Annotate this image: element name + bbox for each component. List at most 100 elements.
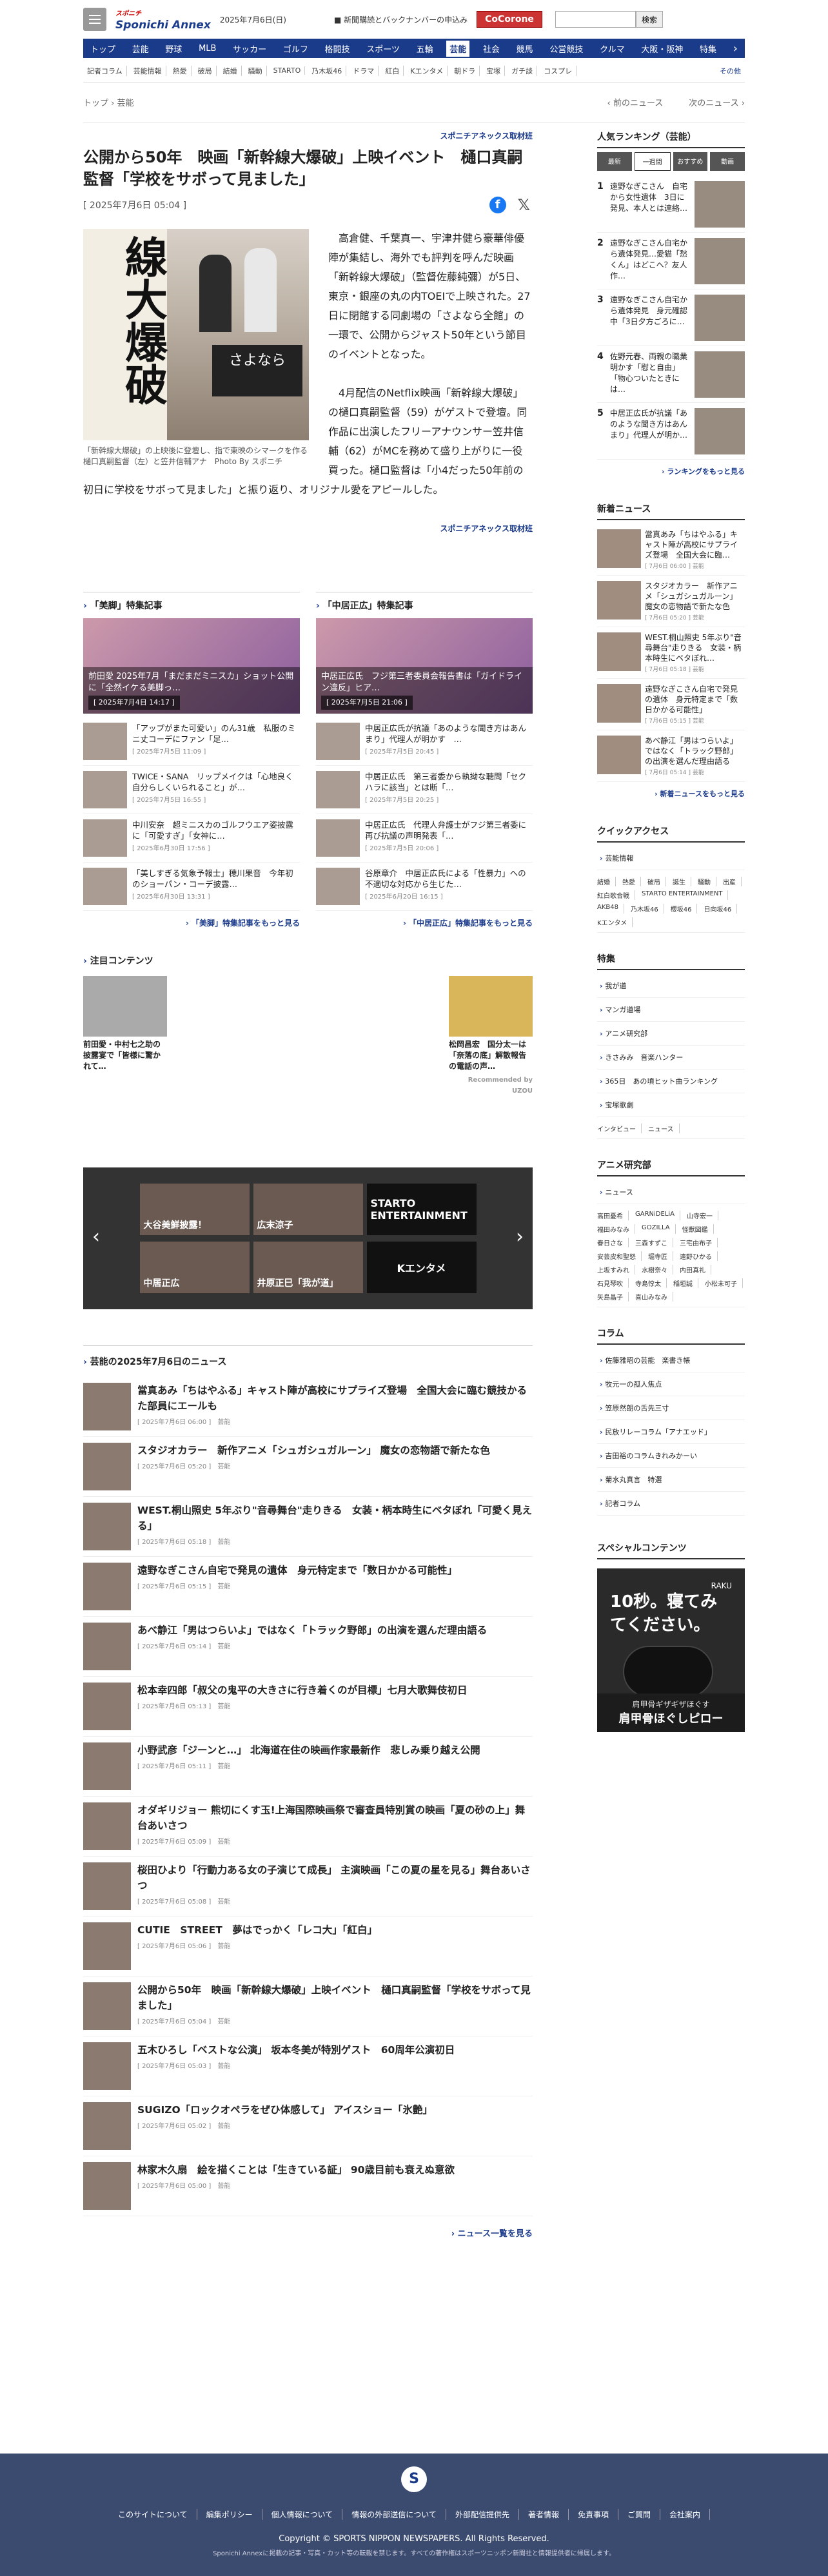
column-link[interactable]: 牧元一の孤人焦点 <box>597 1372 745 1396</box>
news-row[interactable]: 小野武彦「ジーンと…」 北海道在住の映画作家最新作 悲しみ乗り越え公開 [ 202… <box>83 1737 533 1797</box>
news-row[interactable]: 林家木久扇 絵を描くことは「生きている証」 90歳目前も衰えぬ意欲 [ 2025年… <box>83 2156 533 2216</box>
carousel-card[interactable]: 井原正巳「我が道」 <box>253 1242 363 1293</box>
news-row[interactable]: 五木ひろし「ベストな公演」 坂本冬美が特別ゲスト 60周年公演初日 [ 2025年… <box>83 2036 533 2096</box>
breadcrumb-category[interactable]: 芸能 <box>117 99 133 108</box>
anime-news-link[interactable]: ニュース <box>597 1180 745 1204</box>
quick-access-tag[interactable]: 結婚 <box>597 877 616 886</box>
anime-tag[interactable]: 安芸皮和聖怒 <box>597 1251 642 1261</box>
column-link[interactable]: 民放リレーコラム「アナエッド」 <box>597 1420 745 1444</box>
anime-tag[interactable]: 福田みなみ <box>597 1224 635 1234</box>
feature-hero[interactable]: 前田愛 2025年7月「まだまだミニスカ」ショット公開に「全然イケる美脚っ…[ … <box>83 618 300 714</box>
breadcrumb-top[interactable]: トップ <box>83 99 108 108</box>
gnav-item[interactable]: 芸能 <box>129 41 152 57</box>
quick-access-sub[interactable]: 芸能情報 <box>597 846 745 870</box>
column-link[interactable]: 記者コラム <box>597 1492 745 1516</box>
hamburger-menu-icon[interactable] <box>83 8 106 31</box>
anime-tag[interactable]: 堀寺匠 <box>648 1251 673 1261</box>
column-link[interactable]: 吉田裕のコラムきれみかーい <box>597 1444 745 1468</box>
quick-access-tag[interactable]: 出産 <box>723 877 742 886</box>
latest-item[interactable]: あべ静江「男はつらいよ」ではなく「トラック野郎」の出演を選んだ理由語る [ 7月6… <box>597 730 745 782</box>
footer-logo[interactable]: S <box>401 2466 427 2492</box>
subnav-item[interactable]: 乃木坂46 <box>308 65 347 76</box>
ranking-item[interactable]: 2 遠野なぎこさん自宅から遺体発見…愛猫「愁くん」はどこへ？友人作… <box>597 233 745 289</box>
gnav-item[interactable]: クルマ <box>596 41 628 57</box>
subnav-item[interactable]: 紅白 <box>381 65 404 76</box>
ranking-item[interactable]: 1 遠野なぎこさん 自宅から女性遺体 3日に発見、本人とは連絡… <box>597 176 745 233</box>
gnav-item[interactable]: 大阪・阪神 <box>638 41 686 57</box>
news-row[interactable]: CUTIE STREET 夢はでっかく「レコ大」「紅白」 [ 2025年7月6日 … <box>83 1917 533 1976</box>
subnav-item[interactable]: 記者コラム <box>83 65 127 76</box>
quick-access-tag[interactable]: AKB48 <box>597 904 624 913</box>
anime-tag[interactable]: 春日さな <box>597 1238 629 1247</box>
quick-access-tag[interactable]: 誕生 <box>673 877 691 886</box>
footer-link[interactable]: 免責事項 <box>578 2509 618 2520</box>
quick-access-tag[interactable]: 熱愛 <box>622 877 641 886</box>
gnav-item[interactable]: MLB <box>195 42 219 55</box>
column-link[interactable]: 菊水丸真言 特選 <box>597 1468 745 1492</box>
subnav-item[interactable]: Kエンタメ <box>406 65 448 76</box>
news-row[interactable]: 桜田ひより「行動力ある女の子演じて成長」 主演映画「この夏の星を見る」舞台あいさ… <box>83 1857 533 1917</box>
news-row[interactable]: WEST.桐山照史 5年ぶり"音尋舞台"走りきる 女装・柄本時生にベタぼれ「可愛… <box>83 1497 533 1557</box>
quick-access-tag[interactable]: 櫻坂46 <box>671 904 698 913</box>
anime-tag[interactable]: 寺島惇太 <box>635 1278 667 1288</box>
gnav-item[interactable]: 社会 <box>480 41 503 57</box>
footer-link[interactable]: 外部配信提供先 <box>455 2509 519 2520</box>
anime-tag[interactable]: 遠野ひかる <box>680 1251 718 1261</box>
anime-tag[interactable]: 稲垣誠 <box>673 1278 698 1288</box>
cocorone-banner[interactable]: CoCorone <box>477 11 542 28</box>
gnav-item[interactable]: ゴルフ <box>280 41 311 57</box>
latest-item[interactable]: WEST.桐山照史 5年ぶり"音尋舞台"走りきる 女装・柄本時生にベタぼれ… [ … <box>597 627 745 679</box>
feature-item[interactable]: 中居正広氏 第三者委から執拗な聴問「セクハラに該当」とは断「… [ 2025年7月… <box>316 766 533 814</box>
special-link[interactable]: 宝塚歌劇 <box>597 1093 745 1117</box>
subnav-item[interactable]: 芸能情報 <box>130 65 166 76</box>
quick-access-tag[interactable]: 乃木坂46 <box>631 904 664 913</box>
gnav-item[interactable]: 特集 <box>696 41 720 57</box>
column-link[interactable]: 佐藤雅昭の芸能 楽書き帳 <box>597 1349 745 1372</box>
quick-access-tag[interactable]: 日向坂46 <box>704 904 738 913</box>
gnav-item[interactable]: 競馬 <box>513 41 537 57</box>
special-tag[interactable]: インタビュー <box>597 1124 642 1133</box>
gnav-next-icon[interactable]: › <box>730 40 741 57</box>
special-link[interactable]: 365日 あの頃ヒット曲ランキング <box>597 1069 745 1093</box>
subscription-link[interactable]: ■ 新聞購読とバックナンバーの申込み <box>334 14 468 25</box>
feature-more-link[interactable]: › 「美脚」特集記事をもっと見る <box>83 917 300 928</box>
special-link[interactable]: マンガ道場 <box>597 998 745 1022</box>
carousel-card[interactable]: 中居正広 <box>139 1242 250 1293</box>
footer-link[interactable]: 編集ポリシー <box>206 2509 262 2520</box>
anime-tag[interactable]: 石見琴吹 <box>597 1278 629 1288</box>
anime-tag[interactable]: 内田真礼 <box>680 1265 711 1274</box>
news-list-more-link[interactable]: › ニュース一覧を見る <box>83 2227 533 2239</box>
quick-access-tag[interactable]: 紅白歌合戦 <box>597 890 635 900</box>
news-row[interactable]: 當真あみ「ちはやふる」キャスト陣が高校にサプライズ登場 全国大会に臨む競技かるた… <box>83 1377 533 1437</box>
carousel-prev-icon[interactable]: ‹ <box>92 1225 100 1248</box>
special-link[interactable]: きさみみ 音楽ハンター <box>597 1046 745 1069</box>
special-link[interactable]: アニメ研究部 <box>597 1022 745 1046</box>
subnav-item[interactable]: 結婚 <box>219 65 242 76</box>
latest-more-link[interactable]: › 新着ニュースをもっと見る <box>597 788 745 799</box>
gnav-item[interactable]: 格闘技 <box>322 41 353 57</box>
feature-item[interactable]: 中川安奈 超ミニスカのゴルフウエア姿披露に「可愛すぎ」「女神に… [ 2025年6… <box>83 814 300 863</box>
subnav-item[interactable]: ガチ談 <box>508 65 538 76</box>
subnav-more-button[interactable]: その他 <box>716 66 745 76</box>
subnav-item[interactable]: 騒動 <box>244 65 267 76</box>
ranking-tab[interactable]: おすすめ <box>673 152 708 171</box>
news-row[interactable]: 遠野なぎこさん自宅で発見の遺体 身元特定まで「数日かかる可能性」 [ 2025年7… <box>83 1557 533 1617</box>
carousel-card[interactable]: 広末涼子 <box>253 1184 363 1235</box>
subnav-item[interactable]: ドラマ <box>349 65 379 76</box>
footer-link[interactable]: 会社案内 <box>669 2509 711 2520</box>
anime-tag[interactable]: 水樹奈々 <box>642 1265 673 1274</box>
carousel-card[interactable]: 大谷美鮮披露！ <box>139 1184 250 1235</box>
quick-access-tag[interactable]: STARTO ENTERTAINMENT <box>642 890 729 900</box>
anime-tag[interactable]: 山寺宏一 <box>687 1211 719 1220</box>
latest-item[interactable]: 遠野なぎこさん自宅で発見の遺体 身元特定まで「数日かかる可能性」 [ 7月6日 0… <box>597 679 745 730</box>
footer-link[interactable]: このサイトについて <box>118 2509 197 2520</box>
gnav-item[interactable]: サッカー <box>230 41 270 57</box>
carousel-card[interactable]: Kエンタメ <box>366 1242 477 1293</box>
carousel-next-icon[interactable]: › <box>516 1225 524 1248</box>
anime-tag[interactable]: 喜山みなみ <box>635 1292 673 1302</box>
carousel-card[interactable]: STARTO ENTERTAINMENT <box>366 1184 477 1235</box>
ranking-item[interactable]: 3 遠野なぎこさん自宅から遺体発見 身元確認中「3日夕方ごろに… <box>597 289 745 346</box>
news-row[interactable]: 公開から50年 映画「新幹線大爆破」上映イベント 樋口真嗣監督「学校をサボって見… <box>83 1976 533 2036</box>
subnav-item[interactable]: コスプレ <box>540 65 577 76</box>
ranking-tab[interactable]: 一週間 <box>634 152 671 171</box>
